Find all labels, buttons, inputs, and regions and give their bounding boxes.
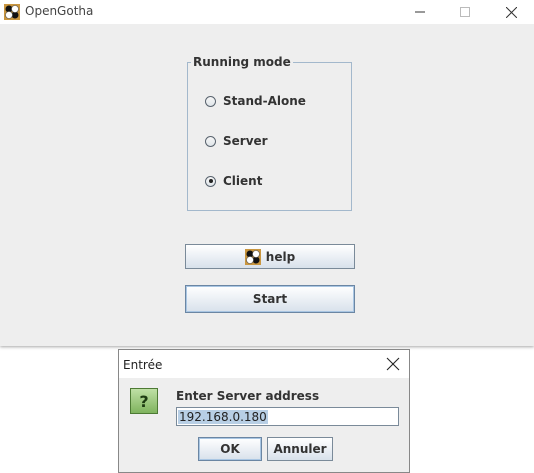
server-address-dialog: Entrée ? Enter Server address 192.168.0.… [118, 349, 410, 473]
radio-label-client[interactable]: Client [223, 174, 262, 188]
close-icon [505, 6, 517, 18]
radio-stand-alone[interactable]: Stand-Alone [205, 93, 306, 109]
dialog-prompt: Enter Server address [176, 389, 320, 403]
dialog-title: Entrée [123, 358, 163, 372]
running-mode-legend: Running mode [191, 55, 293, 69]
main-window: OpenGotha Running mode Stand-Alone Serve… [0, 0, 534, 346]
server-address-value[interactable]: 192.168.0.180 [178, 409, 268, 424]
minimize-button[interactable] [397, 0, 443, 24]
question-icon: ? [130, 388, 158, 414]
radio-checked-icon[interactable] [205, 175, 216, 187]
radio-client[interactable]: Client [205, 173, 262, 189]
start-button[interactable]: Start [185, 285, 355, 313]
cancel-button[interactable]: Annuler [267, 437, 333, 461]
ok-button[interactable]: OK [198, 437, 262, 461]
title-bar[interactable]: OpenGotha [0, 0, 534, 24]
radio-unchecked-icon[interactable] [205, 95, 216, 107]
go-stones-icon [244, 248, 261, 265]
app-go-icon [4, 4, 20, 20]
start-button-label: Start [252, 292, 288, 306]
radio-label-stand-alone[interactable]: Stand-Alone [223, 94, 306, 108]
maximize-button[interactable] [442, 0, 488, 24]
radio-unchecked-icon[interactable] [205, 135, 216, 147]
help-button[interactable]: help [185, 244, 355, 269]
window-title: OpenGotha [25, 4, 94, 18]
close-button[interactable] [488, 0, 534, 24]
ok-button-label: OK [220, 442, 240, 456]
minimize-icon [415, 11, 425, 13]
radio-server[interactable]: Server [205, 133, 268, 149]
radio-label-server[interactable]: Server [223, 134, 268, 148]
maximize-icon [460, 7, 470, 17]
dialog-title-bar[interactable]: Entrée [119, 350, 409, 378]
close-icon[interactable] [385, 356, 401, 372]
help-button-label: help [265, 249, 296, 264]
cancel-button-label: Annuler [273, 442, 327, 456]
server-address-input[interactable]: 192.168.0.180 [176, 407, 399, 426]
